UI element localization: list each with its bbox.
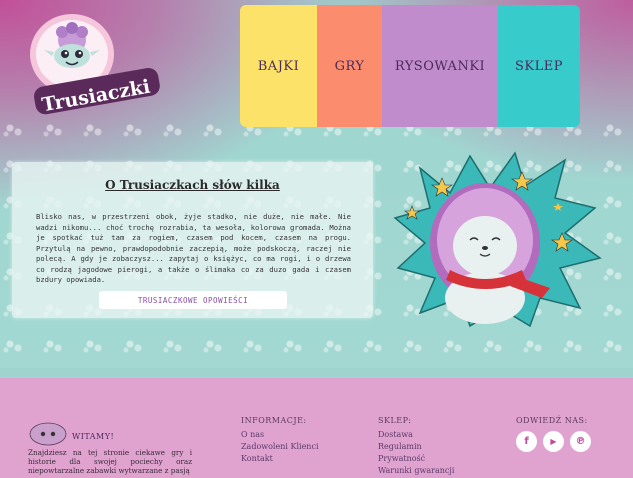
footer-shop: SKLEP: Dostawa Regulamin Prywatność Waru… — [378, 416, 454, 477]
hedgehog-illustration — [393, 151, 602, 328]
link-o-nas[interactable]: O nas — [241, 429, 319, 441]
link-dostawa[interactable]: Dostawa — [378, 429, 454, 441]
creature-small-icon — [29, 422, 67, 446]
footer-info: INFORMACJE: O nas Zadowoleni Klienci Kon… — [241, 416, 319, 465]
link-warunki-gwarancji[interactable]: Warunki gwarancji — [378, 465, 454, 477]
welcome-text: Znajdziesz na tej stronie ciekawe gry i … — [28, 448, 192, 475]
footer: WITAMY! Znajdziesz na tej stronie ciekaw… — [0, 378, 633, 478]
facebook-icon[interactable]: f — [516, 431, 537, 452]
footer-social: ODWIEDŹ NAS: f ▶ ℗ — [516, 416, 591, 452]
nav-gry[interactable]: GRY — [317, 5, 382, 127]
stories-button[interactable]: TRUSIACZKOWE OPOWIEŚCI — [99, 291, 287, 309]
info-title: INFORMACJE: — [241, 416, 307, 425]
main-nav: BAJKI GRY RYSOWANKI SKLEP — [240, 5, 580, 127]
pinterest-icon[interactable]: ℗ — [570, 431, 591, 452]
nav-sklep[interactable]: SKLEP — [498, 5, 580, 127]
logo[interactable]: Trusiaczki — [22, 12, 162, 117]
link-prywatnosc[interactable]: Prywatność — [378, 453, 454, 465]
link-kontakt[interactable]: Kontakt — [241, 453, 319, 465]
about-card: O Trusiaczkach słów kilka Blisko nas, w … — [12, 162, 373, 318]
about-title: O Trusiaczkach słów kilka — [105, 178, 280, 192]
social-title: ODWIEDŹ NAS: — [516, 416, 588, 425]
welcome-title: WITAMY! — [72, 432, 115, 441]
link-zadowoleni-klienci[interactable]: Zadowoleni Klienci — [241, 441, 319, 453]
nav-bajki[interactable]: BAJKI — [240, 5, 317, 127]
shop-title: SKLEP: — [378, 416, 412, 425]
youtube-icon[interactable]: ▶ — [543, 431, 564, 452]
link-regulamin[interactable]: Regulamin — [378, 441, 454, 453]
about-text: Blisko nas, w przestrzeni obok, żyje sta… — [36, 212, 351, 284]
nav-rysowanki[interactable]: RYSOWANKI — [382, 5, 498, 127]
